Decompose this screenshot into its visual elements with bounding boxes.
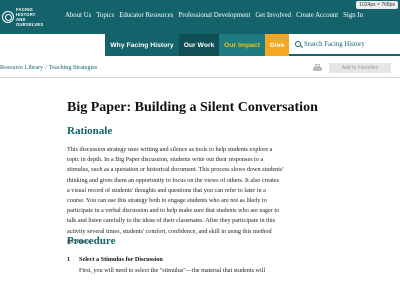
our-work-button[interactable]: Our Work — [179, 34, 219, 56]
breadcrumb: Resource Library / Teaching Strategies — [0, 64, 97, 71]
step-title: Select a Stimulus for Discussion — [79, 256, 163, 263]
nav-sign-in[interactable]: Sign In — [343, 12, 363, 19]
rationale-line: stimulus, such as a quotation or histori… — [67, 166, 284, 174]
nav-create-account[interactable]: Create Account — [296, 12, 338, 19]
why-facing-history-button[interactable]: Why Facing History — [105, 34, 179, 56]
nav-topics[interactable]: Topics — [96, 12, 114, 19]
page-title: Big Paper: Building a Silent Conversatio… — [67, 100, 318, 115]
give-button[interactable]: Give — [265, 34, 289, 56]
dimension-badge: 1024px × 768px — [356, 1, 398, 9]
action-bar: Why Facing History Our Work Our Impact G… — [105, 34, 400, 56]
print-icon[interactable] — [313, 64, 322, 72]
rationale-line: This discussion strategy uses writing an… — [67, 146, 273, 153]
breadcrumb-row: Resource Library / Teaching Strategies Add… — [0, 60, 400, 78]
rationale-line: talk and listen carefully to the ideas o… — [67, 217, 276, 225]
logo-text: FACING HISTORY AND OURSELVES — [16, 7, 43, 27]
print-icon-body — [313, 67, 322, 71]
breadcrumb-resource-library[interactable]: Resource Library — [0, 64, 43, 71]
rationale-line: a visual record of students' thoughts an… — [67, 186, 266, 194]
breadcrumb-separator: / — [45, 64, 47, 71]
rationale-line: course. You can use this strategy both t… — [67, 197, 267, 205]
step-number: 1 — [67, 256, 71, 263]
facing-history-logo[interactable]: FACING HISTORY AND OURSELVES — [0, 0, 62, 34]
search-label: Search Facing History — [304, 40, 365, 48]
step-text: First, you will need to select the "stim… — [79, 267, 266, 274]
logo-emblem-icon — [2, 11, 14, 23]
breadcrumb-teaching-strategies[interactable]: Teaching Strategies — [49, 64, 98, 71]
nav-professional-development[interactable]: Professional Development — [178, 12, 250, 19]
top-navigation-bar: FACING HISTORY AND OURSELVES About Us To… — [0, 0, 400, 34]
nav-get-involved[interactable]: Get Involved — [255, 12, 291, 19]
main-nav: About Us Topics Educator Resources Profe… — [65, 12, 368, 19]
add-to-favorites-button[interactable]: Add to Favorites — [329, 63, 391, 73]
rationale-paragraph: This discussion strategy uses writing an… — [67, 145, 327, 247]
rationale-line: thinking and gives them an opportunity t… — [67, 176, 280, 184]
nav-about-us[interactable]: About Us — [65, 12, 91, 19]
rationale-heading: Rationale — [67, 125, 113, 137]
rationale-line: participate in a verbal discussion and t… — [67, 207, 280, 215]
search-button[interactable]: Search Facing History — [289, 34, 400, 56]
logo-line: OURSELVES — [16, 22, 44, 27]
our-impact-button[interactable]: Our Impact — [219, 34, 265, 56]
procedure-heading: Procedure — [67, 235, 116, 247]
rationale-line: topic in depth. In a Big Paper discussio… — [67, 156, 264, 164]
nav-educator-resources[interactable]: Educator Resources — [119, 12, 173, 19]
search-icon — [295, 41, 301, 47]
